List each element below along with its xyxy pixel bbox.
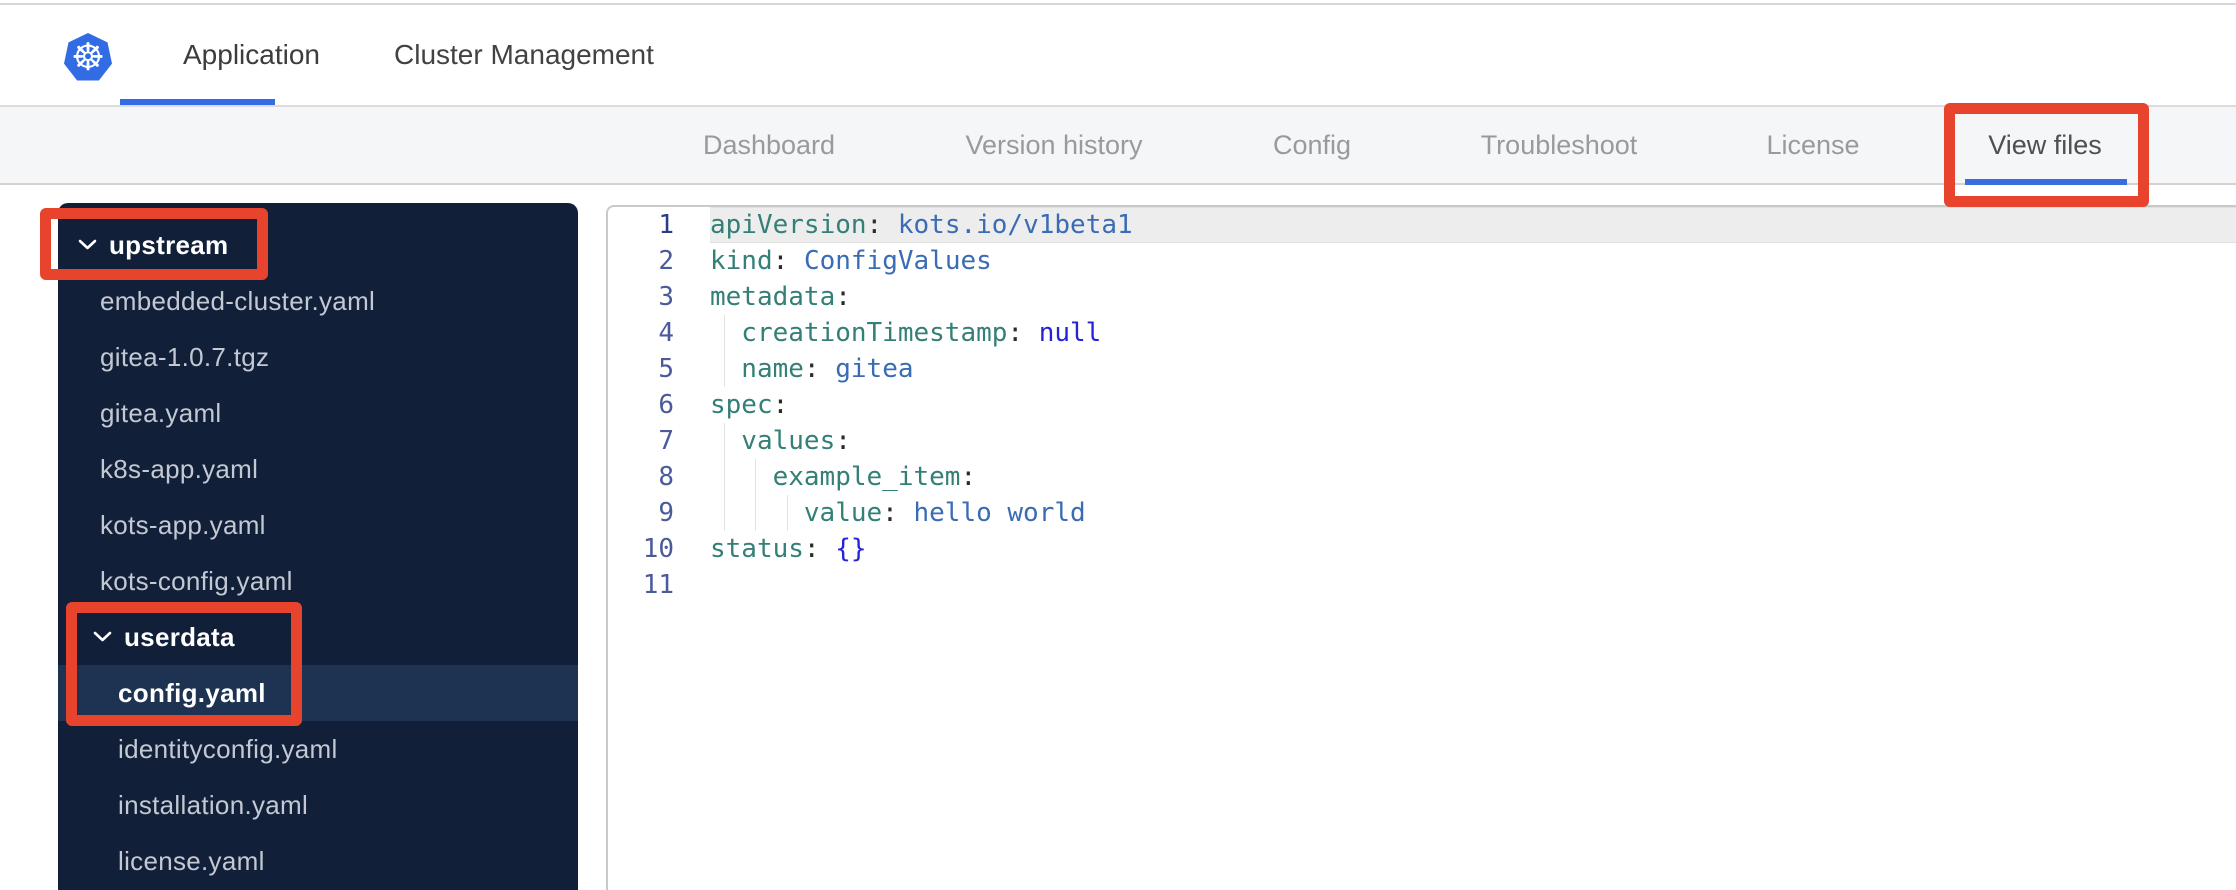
tree-item-label: installation.yaml <box>118 789 309 820</box>
tree-item-label: kots-config.yaml <box>100 565 293 596</box>
code-text: status: {} <box>710 534 867 564</box>
code-line-4: 4 creationTimestamp: null <box>608 315 2236 351</box>
code-text: metadata: <box>710 282 851 312</box>
line-number: 1 <box>658 210 674 240</box>
code-line-5: 5 name: gitea <box>608 351 2236 387</box>
line-number: 10 <box>642 534 674 564</box>
tree-file-identityconfig-yaml[interactable]: identityconfig.yaml <box>58 721 578 777</box>
code-text: name: gitea <box>710 351 2236 387</box>
indent-guide <box>741 459 772 495</box>
code-line-10: 10 status: {} <box>608 531 2236 567</box>
file-tree-sidebar: upstream embedded-cluster.yaml gitea-1.0.7… <box>58 203 578 890</box>
indent-guide <box>710 423 741 459</box>
indent-guide <box>710 315 741 351</box>
line-number: 7 <box>658 426 674 456</box>
app-subnav-bar: Dashboard Version history Config Troublesho… <box>0 107 2236 185</box>
code-text: values: <box>710 423 2236 459</box>
svg-text:☸: ☸ <box>71 35 105 79</box>
line-number: 4 <box>658 318 674 348</box>
code-line-8: 8 example_item: <box>608 459 2236 495</box>
code-text: kind: ConfigValues <box>710 246 992 276</box>
code-text: spec: <box>710 390 789 420</box>
code-text: example_item: <box>710 459 2236 495</box>
tree-item-label: gitea.yaml <box>100 397 222 428</box>
kubernetes-logo-icon[interactable]: ☸ <box>64 33 112 83</box>
line-number: 3 <box>658 282 674 312</box>
code-line-2: 2 kind: ConfigValues <box>608 243 2236 279</box>
annotation-box-view-files <box>1944 103 2149 207</box>
code-line-1: 1 apiVersion: kots.io/v1beta1 <box>608 207 2236 243</box>
line-number: 8 <box>658 462 674 492</box>
top-navigation-bar: ☸ Application Cluster Management <box>0 5 2236 105</box>
tree-file-kots-config-yaml[interactable]: kots-config.yaml <box>58 553 578 609</box>
tree-file-gitea-yaml[interactable]: gitea.yaml <box>58 385 578 441</box>
line-number: 9 <box>658 498 674 528</box>
code-text: apiVersion: kots.io/v1beta1 <box>710 207 2236 243</box>
line-number: 11 <box>642 570 674 600</box>
line-number: 5 <box>658 354 674 384</box>
line-number: 2 <box>658 246 674 276</box>
subnav-tab-config[interactable]: Config <box>1273 107 1351 183</box>
code-line-7: 7 values: <box>608 423 2236 459</box>
code-line-6: 6 spec: <box>608 387 2236 423</box>
kots-admin-console: ☸ Application Cluster Management Dashboa… <box>0 0 2236 890</box>
yaml-file-viewer[interactable]: 1 apiVersion: kots.io/v1beta1 2 kind: Confi… <box>606 205 2236 890</box>
code-line-3: 3 metadata: <box>608 279 2236 315</box>
indent-guide <box>741 495 772 531</box>
tree-item-label: k8s-app.yaml <box>100 453 259 484</box>
subnav-tab-troubleshoot[interactable]: Troubleshoot <box>1481 107 1638 183</box>
subnav-tab-version-history[interactable]: Version history <box>965 107 1142 183</box>
tab-application[interactable]: Application <box>183 5 320 105</box>
tree-item-label: gitea-1.0.7.tgz <box>100 341 270 372</box>
tree-item-label: embedded-cluster.yaml <box>100 285 376 316</box>
tree-item-label: kots-app.yaml <box>100 509 266 540</box>
tree-item-label: license.yaml <box>118 845 265 876</box>
indent-guide <box>710 351 741 387</box>
tree-file-license-yaml[interactable]: license.yaml <box>58 833 578 889</box>
line-number: 6 <box>658 390 674 420</box>
subnav-tab-dashboard[interactable]: Dashboard <box>703 107 835 183</box>
tree-item-label: identityconfig.yaml <box>118 733 338 764</box>
indent-guide <box>710 495 741 531</box>
annotation-box-upstream <box>40 208 268 280</box>
tab-cluster-management[interactable]: Cluster Management <box>394 5 654 105</box>
code-line-11: 11 <box>608 567 2236 603</box>
tree-file-k8s-app-yaml[interactable]: k8s-app.yaml <box>58 441 578 497</box>
indent-guide <box>773 495 804 531</box>
code-text: creationTimestamp: null <box>710 315 2236 351</box>
tree-file-gitea-1-0-7-tgz[interactable]: gitea-1.0.7.tgz <box>58 329 578 385</box>
tree-file-kots-app-yaml[interactable]: kots-app.yaml <box>58 497 578 553</box>
tree-file-embedded-cluster-yaml[interactable]: embedded-cluster.yaml <box>58 273 578 329</box>
code-line-9: 9 value: hello world <box>608 495 2236 531</box>
indent-guide <box>710 459 741 495</box>
code-text: value: hello world <box>710 495 2236 531</box>
annotation-box-userdata-config <box>66 602 302 726</box>
tree-file-installation-yaml[interactable]: installation.yaml <box>58 777 578 833</box>
subnav-tab-license[interactable]: License <box>1766 107 1859 183</box>
